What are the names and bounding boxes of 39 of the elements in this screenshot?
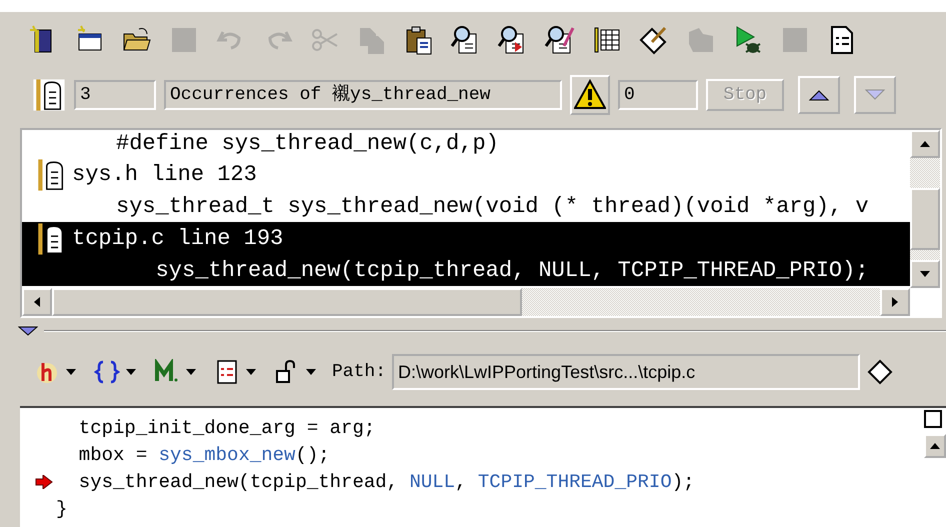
- search-result-item[interactable]: tcpip.c line 193 sys_thread_new(tcpip_thread, NULL, TCPIP_THREAD_PRIO);: [22, 222, 910, 286]
- scroll-left-button[interactable]: [22, 288, 52, 316]
- collapse-icon[interactable]: [18, 326, 38, 336]
- scroll-down-button[interactable]: [910, 260, 940, 288]
- caret-icon: [126, 369, 136, 375]
- diamond-icon[interactable]: [866, 358, 894, 386]
- warning-button[interactable]: [570, 75, 610, 115]
- scroll-right-button[interactable]: [880, 288, 910, 316]
- result-location: sys.h line 123: [72, 161, 257, 189]
- code-line: sys_thread_new(tcpip_thread, NULL, TCPIP_THREAD_PRIO);: [78, 470, 695, 492]
- scroll-up-button[interactable]: [910, 130, 940, 158]
- result-code-line: sys_thread_new(tcpip_thread, NULL, TCPIP_THREAD_PRIO);: [154, 257, 870, 285]
- split-box-icon[interactable]: [924, 410, 942, 428]
- caret-icon: [246, 369, 256, 375]
- result-code-line: sys_thread_t sys_thread_new(void (* thread)(void *arg), v: [115, 193, 870, 221]
- search-edit-icon: [544, 24, 576, 56]
- scrollbar-thumb[interactable]: [52, 288, 522, 316]
- down-triangle-icon: [864, 89, 886, 101]
- code-line: mbox = sys_mbox_new();: [78, 444, 330, 466]
- code-line: }: [56, 498, 68, 520]
- scroll-up-button[interactable]: [924, 434, 946, 458]
- file-result-icon: [32, 78, 66, 112]
- caret-icon: [186, 369, 196, 375]
- scrollbar-thumb[interactable]: [910, 188, 940, 250]
- up-arrow-icon: [930, 442, 940, 450]
- path-label: Path:: [332, 362, 386, 382]
- braces-icon: [94, 359, 120, 385]
- caret-icon: [66, 369, 76, 375]
- result-location: tcpip.c line 193: [72, 225, 284, 253]
- result-count-field: 3: [74, 80, 156, 110]
- search-result-item[interactable]: sys.h line 123 sys_thread_t sys_thread_new(void (* thread)(void *arg), v: [22, 158, 910, 222]
- search-query-field: Occurrences of 襯ys_thread_new: [164, 80, 562, 110]
- caret-icon: [306, 369, 316, 375]
- previous-result-button[interactable]: [798, 76, 840, 114]
- result-code-line[interactable]: #define sys_thread_new(c,d,p): [22, 130, 910, 158]
- path-field: D:\work\LwIPPortingTest\src...\tcpip.c: [392, 354, 860, 390]
- code-line: tcpip_init_done_arg = arg;: [78, 416, 376, 438]
- warning-count-field: 0: [618, 80, 698, 110]
- up-triangle-icon: [808, 89, 830, 101]
